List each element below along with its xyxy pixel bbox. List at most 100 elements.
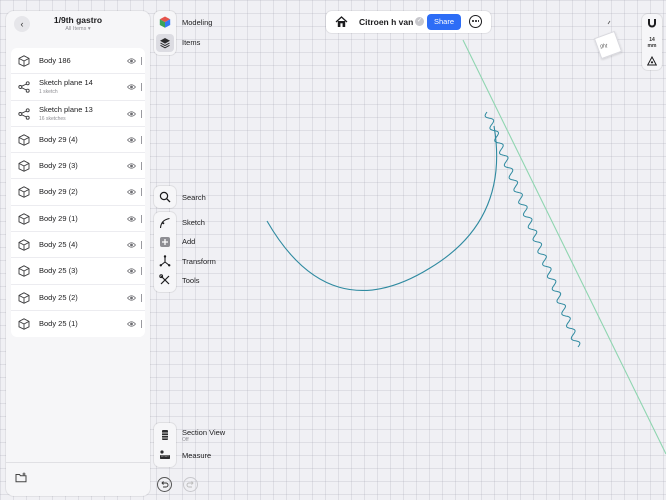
layers-icon: [160, 38, 170, 49]
sketch-plane-icon: [18, 107, 30, 120]
visibility-eye-icon[interactable]: [127, 162, 136, 170]
sketch-wave-curve[interactable]: [484, 111, 581, 348]
list-item[interactable]: Body 29 (1): [11, 205, 145, 233]
item-drag-handle[interactable]: [140, 214, 142, 223]
workspace-toolbar: [154, 11, 176, 55]
add-label: Add: [182, 237, 196, 246]
cube-icon: [18, 55, 30, 67]
list-item-label: Body 29 (4): [39, 134, 78, 144]
section-view-icon: [162, 430, 168, 440]
view-cube-label: ght: [600, 43, 608, 50]
list-item-label: Body 25 (4): [39, 240, 78, 250]
visibility-eye-icon[interactable]: [127, 110, 136, 118]
cube-icon: [18, 265, 30, 278]
visibility-eye-icon[interactable]: [127, 294, 136, 302]
sync-status-icon: ✓: [415, 17, 424, 26]
sidebar-footer: [6, 462, 150, 496]
sketch-plane-icon: [18, 81, 30, 93]
tools-label: Tools: [182, 276, 200, 285]
list-item[interactable]: Body 29 (2): [11, 179, 145, 206]
item-drag-handle[interactable]: [140, 135, 142, 144]
list-item[interactable]: Sketch plane 14 1 sketch: [11, 74, 145, 101]
item-drag-handle[interactable]: [140, 267, 142, 276]
modeling-button[interactable]: [156, 13, 174, 31]
search-button[interactable]: [156, 188, 174, 206]
list-item[interactable]: Body 29 (3): [11, 153, 145, 180]
sketch-label: Sketch: [182, 218, 205, 227]
section-view-button[interactable]: [156, 426, 174, 444]
view-cube[interactable]: ght: [588, 20, 628, 64]
sketch-button[interactable]: [156, 214, 174, 232]
item-drag-handle[interactable]: [140, 319, 142, 328]
document-topbar: Citroen h van ✓ Share: [326, 11, 491, 33]
share-button[interactable]: Share: [427, 14, 461, 30]
grid-scale-unit: mm: [647, 43, 657, 49]
transform-button[interactable]: [156, 252, 174, 270]
visibility-eye-icon[interactable]: [127, 320, 136, 328]
item-drag-handle[interactable]: [140, 109, 142, 118]
items-label: Items: [182, 38, 201, 47]
modeling-cube-icon: [159, 16, 171, 28]
visibility-eye-icon[interactable]: [127, 83, 136, 91]
visibility-eye-icon[interactable]: [127, 57, 136, 65]
green-axis-line: [462, 39, 666, 455]
visibility-eye-icon[interactable]: [127, 188, 136, 196]
list-item[interactable]: Body 25 (1): [11, 310, 145, 338]
visibility-eye-icon[interactable]: [127, 215, 136, 223]
visibility-eye-icon[interactable]: [127, 136, 136, 144]
list-item-label: Body 25 (3): [39, 266, 78, 276]
visibility-eye-icon[interactable]: [127, 241, 136, 249]
undo-button[interactable]: [157, 477, 172, 492]
cube-icon: [18, 186, 30, 199]
tools-button[interactable]: [156, 271, 174, 289]
item-drag-handle[interactable]: [140, 162, 142, 171]
list-item[interactable]: Body 25 (3): [11, 258, 145, 285]
add-button[interactable]: [156, 233, 174, 251]
section-view-state: Off: [182, 437, 189, 443]
warning-triangle-icon[interactable]: [647, 56, 657, 66]
more-options-icon[interactable]: [469, 15, 482, 28]
cube-icon: [18, 160, 30, 172]
list-item-label: Body 25 (2): [39, 292, 78, 302]
list-item[interactable]: Body 29 (4): [11, 126, 145, 154]
measure-label: Measure: [182, 451, 212, 460]
item-drag-handle[interactable]: [140, 293, 142, 302]
redo-button[interactable]: [183, 477, 198, 492]
transform-label: Transform: [182, 257, 216, 266]
cube-icon: [18, 291, 30, 304]
visibility-eye-icon[interactable]: [127, 267, 136, 275]
document-title[interactable]: Citroen h van: [359, 17, 413, 27]
tools-wrench-icon: [159, 274, 170, 285]
measure-button[interactable]: [156, 446, 174, 464]
undo-icon: [161, 481, 169, 488]
items-sidebar: ‹ 1/9th gastro All Items ▾ Body 186 Sketc…: [6, 11, 150, 496]
search-label: Search: [182, 193, 206, 202]
list-item[interactable]: Body 25 (2): [11, 284, 145, 311]
search-toolbar: [154, 186, 176, 208]
home-icon[interactable]: [335, 16, 348, 28]
list-item[interactable]: Body 186: [11, 48, 145, 75]
add-plus-icon: [160, 237, 170, 247]
list-item-label: Body 29 (2): [39, 187, 78, 197]
items-filter-dropdown[interactable]: All Items ▾: [6, 26, 150, 32]
sidebar-header: ‹ 1/9th gastro All Items ▾: [6, 11, 150, 37]
create-toolbar: [154, 212, 176, 292]
snap-magnet-icon[interactable]: [647, 18, 657, 28]
items-button[interactable]: [156, 34, 174, 52]
item-drag-handle[interactable]: [140, 188, 142, 197]
new-folder-icon[interactable]: [15, 472, 27, 483]
right-tools-panel: 14 mm: [642, 14, 662, 70]
list-item-detail: 16 sketches: [39, 115, 66, 122]
list-item[interactable]: Body 25 (4): [11, 232, 145, 259]
item-drag-handle[interactable]: [140, 241, 142, 250]
cube-icon: [18, 239, 30, 251]
items-list: Body 186 Sketch plane 14 1 sketch Sketch pl…: [11, 48, 145, 338]
modeling-label: Modeling: [182, 18, 213, 27]
cube-icon: [18, 213, 30, 225]
item-drag-handle[interactable]: [140, 57, 142, 65]
list-item[interactable]: Sketch plane 13 16 sketches: [11, 100, 145, 127]
list-item-label: Body 29 (1): [39, 213, 78, 223]
sketch-arc-curve[interactable]: [266, 125, 498, 291]
list-item-label: Body 186: [39, 56, 71, 65]
item-drag-handle[interactable]: [140, 83, 142, 92]
